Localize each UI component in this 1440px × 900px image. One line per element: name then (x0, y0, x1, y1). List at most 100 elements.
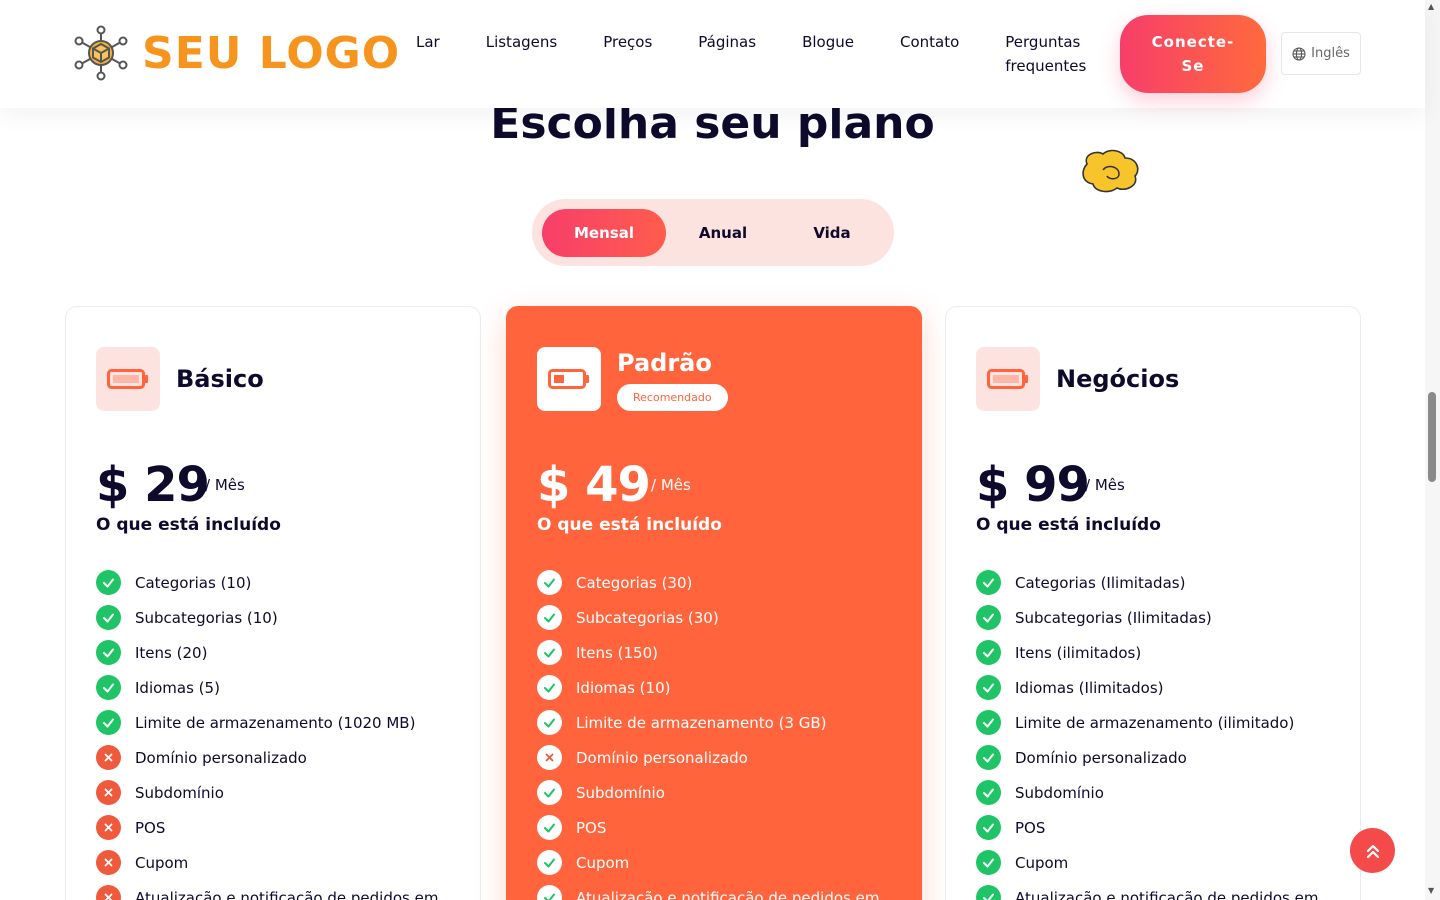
feature-item: Atualização e notificação de pedidos em (976, 880, 1318, 900)
nav-item-faq[interactable]: Perguntas frequentes (1005, 30, 1093, 78)
feature-label: Cupom (135, 853, 189, 872)
check-icon (96, 640, 121, 665)
battery-icon (987, 369, 1028, 389)
plan-period: / Mês (205, 476, 245, 494)
recommended-badge: Recomendado (617, 384, 728, 411)
site-logo[interactable]: SEU LOGO (72, 24, 400, 82)
feature-item: Idiomas (5) (96, 670, 438, 705)
feature-item: Itens (ilimitados) (976, 635, 1318, 670)
scroll-down-arrow-icon[interactable]: ▼ (1428, 886, 1434, 895)
check-icon (537, 780, 562, 805)
nav-item-blog[interactable]: Blogue (802, 30, 854, 78)
plan-icon-box (96, 347, 160, 411)
check-icon (976, 570, 1001, 595)
nav-item-pricing[interactable]: Preços (603, 30, 652, 78)
language-selector[interactable]: Inglês (1281, 32, 1361, 75)
feature-list: Categorias (Ilimitadas) Subcategorias (Il… (976, 565, 1318, 900)
logo-text: SEU LOGO (142, 27, 401, 79)
feature-list: Categorias (10) Subcategorias (10) Itens (… (96, 565, 438, 900)
included-heading: O que está incluído (976, 515, 1161, 535)
check-icon (976, 815, 1001, 840)
feature-label: Subdomínio (576, 783, 665, 802)
feature-label: Itens (ilimitados) (1015, 643, 1142, 662)
tab-monthly[interactable]: Mensal (542, 209, 666, 257)
decorative-blob-icon (1082, 149, 1139, 193)
plan-card-business: Negócios $ 99 / Mês O que está incluído … (945, 306, 1361, 900)
check-icon (537, 710, 562, 735)
feature-item: Categorias (30) (537, 565, 879, 600)
feature-item: Domínio personalizado (537, 740, 879, 775)
feature-item: Atualização e notificação de pedidos em (537, 880, 879, 900)
feature-label: Itens (20) (135, 643, 208, 662)
feature-item: Subcategorias (10) (96, 600, 438, 635)
tab-yearly[interactable]: Anual (666, 209, 780, 257)
feature-item: POS (976, 810, 1318, 845)
feature-label: Idiomas (5) (135, 678, 220, 697)
feature-label: Domínio personalizado (1015, 748, 1187, 767)
feature-item: Atualização e notificação de pedidos em (96, 880, 438, 900)
feature-item: Limite de armazenamento (3 GB) (537, 705, 879, 740)
cross-icon (96, 815, 121, 840)
connect-label-line-1: Conecte- (1151, 33, 1235, 51)
feature-item: Domínio personalizado (976, 740, 1318, 775)
nav-item-listings[interactable]: Listagens (486, 30, 557, 78)
battery-icon (107, 369, 148, 389)
feature-label: POS (135, 818, 166, 837)
feature-label: Categorias (10) (135, 573, 252, 592)
nav-item-contact[interactable]: Contato (900, 30, 959, 78)
plan-price: $ 49 (537, 457, 651, 513)
site-header: SEU LOGO Lar Listagens Preços Páginas Bl… (0, 0, 1425, 108)
plan-price: $ 99 (976, 457, 1090, 513)
check-icon (976, 745, 1001, 770)
feature-label: Categorias (Ilimitadas) (1015, 573, 1186, 592)
nav-item-home[interactable]: Lar (416, 30, 440, 78)
check-icon (537, 605, 562, 630)
plan-name: Padrão (617, 349, 712, 377)
feature-label: Itens (150) (576, 643, 658, 662)
main-nav: Lar Listagens Preços Páginas Blogue Cont… (416, 30, 1093, 78)
scroll-up-arrow-icon[interactable]: ▲ (1428, 2, 1434, 11)
feature-label: Subcategorias (Ilimitadas) (1015, 608, 1212, 627)
check-icon (96, 570, 121, 595)
plan-name: Negócios (1056, 365, 1180, 393)
language-label: Inglês (1311, 46, 1350, 61)
cross-icon (96, 850, 121, 875)
feature-item: POS (537, 810, 879, 845)
tab-lifetime[interactable]: Vida (780, 209, 884, 257)
feature-label: Atualização e notificação de pedidos em (1015, 888, 1319, 900)
feature-label: Cupom (576, 853, 630, 872)
feature-list: Categorias (30) Subcategorias (30) Itens (… (537, 565, 879, 900)
plan-card-basic: Básico $ 29 / Mês O que está incluído Ca… (65, 306, 481, 900)
plan-icon-box (976, 347, 1040, 411)
included-heading: O que está incluído (96, 515, 281, 535)
feature-item: Subdomínio (96, 775, 438, 810)
check-icon (976, 675, 1001, 700)
double-chevron-up-icon (1366, 844, 1379, 858)
check-icon (537, 675, 562, 700)
plan-period: / Mês (1085, 476, 1125, 494)
check-icon (976, 885, 1001, 900)
feature-item: Subcategorias (Ilimitadas) (976, 600, 1318, 635)
feature-label: Limite de armazenamento (1020 MB) (135, 713, 416, 732)
check-icon (537, 850, 562, 875)
plan-icon-box (537, 347, 601, 411)
check-icon (976, 850, 1001, 875)
check-icon (537, 885, 562, 900)
feature-item: Cupom (96, 845, 438, 880)
feature-item: Itens (150) (537, 635, 879, 670)
connect-button[interactable]: Conecte- Se (1120, 15, 1266, 93)
check-icon (976, 780, 1001, 805)
feature-item: Cupom (537, 845, 879, 880)
feature-item: Categorias (10) (96, 565, 438, 600)
feature-label: Categorias (30) (576, 573, 693, 592)
connect-label-line-2: Se (1181, 57, 1205, 75)
check-icon (96, 710, 121, 735)
nav-faq-line-2: frequentes (1005, 57, 1087, 75)
feature-label: Limite de armazenamento (3 GB) (576, 713, 827, 732)
cross-icon (96, 885, 121, 900)
scrollbar-thumb[interactable] (1428, 392, 1436, 482)
nav-item-pages[interactable]: Páginas (698, 30, 756, 78)
check-icon (976, 710, 1001, 735)
scroll-to-top-button[interactable] (1350, 828, 1395, 873)
feature-label: Subcategorias (30) (576, 608, 719, 627)
